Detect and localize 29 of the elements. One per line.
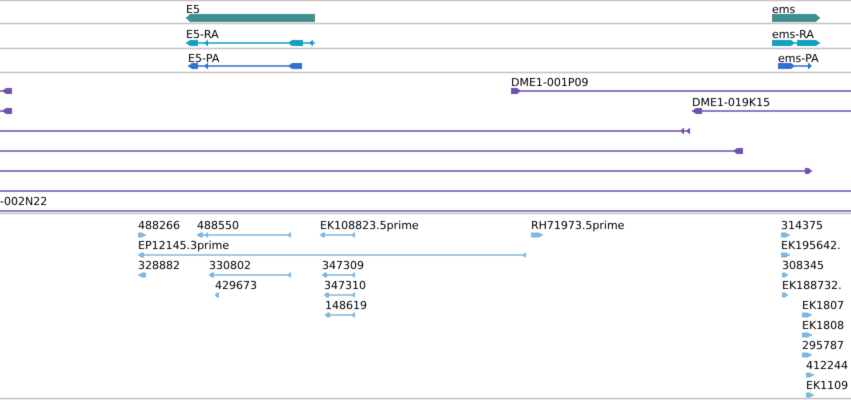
feature-label: 347309 [322,259,364,272]
feature-label: 488266 [138,219,180,232]
feature-label: 308345 [782,259,824,272]
feature-label: EK188732. [782,279,842,292]
feature-label: ems-RA [772,28,814,41]
feature-label: 295787 [802,339,844,352]
feature-label: DME1-019K15 [692,96,770,109]
feature-label: -002N22 [0,195,48,208]
feature-label: EK195642. [781,239,841,252]
feature-label: EK1807 [802,299,844,312]
feature-label: EK1109 [806,379,848,392]
feature-label: 429673 [215,279,257,292]
feature-label: 328882 [138,259,180,272]
feature-label: EP12145.3prime [138,239,230,252]
feature-label: DME1-001P09 [511,76,589,89]
feature-label: 488550 [197,219,239,232]
feature-label: 314375 [781,219,823,232]
feature-label: E5-PA [188,52,220,65]
feature-label: 330802 [209,259,251,272]
feature-label: E5-RA [186,28,219,41]
feature-label: 148619 [325,299,367,312]
feature-label: ems [772,3,796,16]
feature-label: EK1808 [802,319,844,332]
feature-label: E5 [186,3,200,16]
feature-label: RH71973.5prime [531,219,624,232]
feature-label: EK108823.5prime [320,219,419,232]
feature-label: ems-PA [778,52,819,65]
feature-label: 347310 [324,279,366,292]
feature-label: 412244 [806,359,848,372]
